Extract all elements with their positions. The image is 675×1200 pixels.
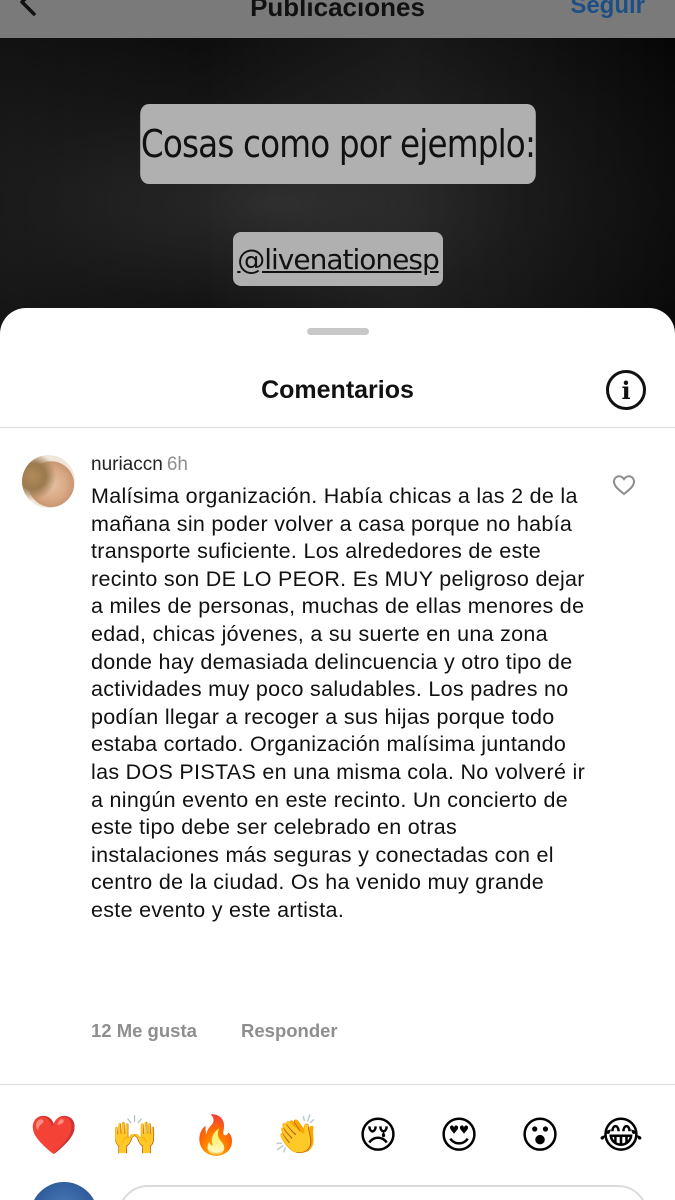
info-icon[interactable]: i [606, 370, 646, 410]
comment-input[interactable] [118, 1185, 648, 1200]
emoji-tears-of-joy[interactable]: 😂 [593, 1108, 649, 1164]
comment-username[interactable]: nuriaccn [91, 454, 163, 475]
story-caption-sticker: Cosas como por ejemplo: [140, 104, 536, 184]
info-glyph: i [621, 375, 631, 405]
avatar[interactable] [22, 455, 75, 508]
reply-button[interactable]: Responder [241, 1020, 338, 1042]
like-heart-icon[interactable] [612, 474, 636, 496]
emoji-astonished-face[interactable]: 😮 [512, 1108, 568, 1164]
story-mention-sticker[interactable]: @livenationesp [233, 232, 443, 286]
emoji-reaction-bar: ❤️ 🙌 🔥 👏 😢 😍 😮 😂 [0, 1108, 675, 1164]
post-media: Cosas como por ejemplo: @livenationesp [0, 38, 675, 338]
avatar-photo [22, 455, 75, 508]
comment-timestamp: 6h [166, 454, 188, 475]
follow-button[interactable]: Seguir [570, 0, 645, 20]
current-user-avatar [30, 1182, 98, 1200]
composer-divider [0, 1084, 675, 1085]
emoji-clapping-hands[interactable]: 👏 [269, 1108, 325, 1164]
post-background [0, 38, 675, 338]
emoji-raising-hands[interactable]: 🙌 [107, 1108, 163, 1164]
emoji-crying-face[interactable]: 😢 [350, 1108, 406, 1164]
comments-title: Comentarios [261, 376, 414, 404]
likes-count[interactable]: 12 Me gusta [91, 1020, 197, 1042]
comments-sheet: Comentarios i nuriaccn 6h Malísima organi… [0, 308, 675, 1200]
emoji-fire[interactable]: 🔥 [188, 1108, 244, 1164]
top-nav-bar: Publicaciones Seguir [0, 0, 675, 38]
header-divider [0, 427, 675, 428]
emoji-red-heart[interactable]: ❤️ [26, 1108, 82, 1164]
comment-text: Malísima organización. Había chicas a la… [91, 484, 586, 922]
emoji-heart-eyes[interactable]: 😍 [431, 1108, 487, 1164]
sheet-drag-handle[interactable] [307, 328, 369, 335]
comment-author: nuriaccn 6h [91, 454, 188, 476]
